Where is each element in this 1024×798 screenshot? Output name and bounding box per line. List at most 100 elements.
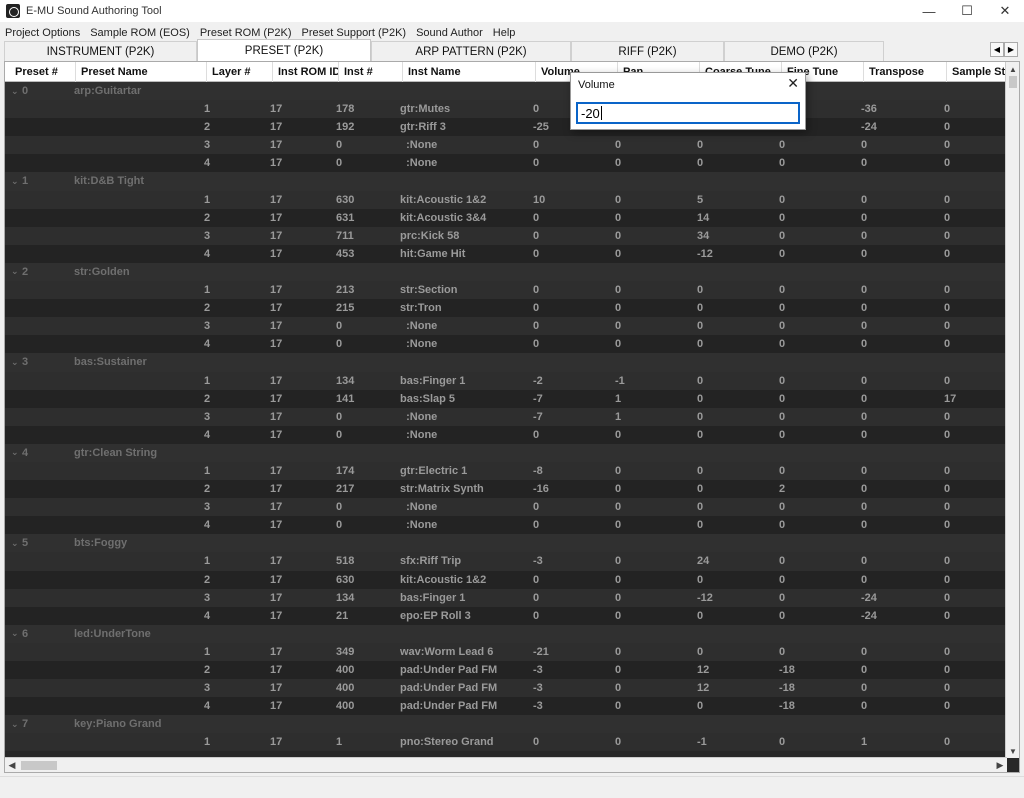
col-layer-num-cell[interactable]: 2 [204, 299, 210, 317]
col-pan-cell[interactable]: 0 [615, 227, 621, 245]
tab-riff[interactable]: RIFF (P2K) [571, 41, 724, 61]
col-volume-cell[interactable]: 0 [533, 299, 539, 317]
col-sample-start-cell[interactable]: 0 [944, 571, 950, 589]
col-layer-num-cell[interactable]: 1 [204, 462, 210, 480]
col-inst-num-cell[interactable]: 349 [336, 643, 354, 661]
col-volume-cell[interactable]: -3 [533, 679, 543, 697]
col-pan-cell[interactable]: 0 [615, 552, 621, 570]
col-inst-rom-id-cell[interactable]: 17 [270, 643, 282, 661]
col-volume-cell[interactable]: 0 [533, 516, 539, 534]
header-col-preset-num[interactable]: Preset # [10, 62, 76, 82]
col-inst-rom-id-cell[interactable]: 17 [270, 209, 282, 227]
preset-group-row[interactable]: ⌄ 1 kit:D&B Tight [5, 172, 1005, 191]
col-inst-name-cell[interactable]: kit:Acoustic 3&4 [400, 209, 486, 227]
col-fine-tune-cell[interactable]: 0 [779, 462, 785, 480]
col-volume-cell[interactable]: 0 [533, 733, 539, 751]
col-transpose-cell[interactable]: 0 [861, 372, 867, 390]
col-inst-rom-id-cell[interactable]: 17 [270, 661, 282, 679]
col-coarse-tune-cell[interactable]: 0 [697, 697, 703, 715]
col-fine-tune-cell[interactable]: 0 [779, 733, 785, 751]
col-inst-name-cell[interactable]: :None [400, 516, 437, 534]
preset-group-row[interactable]: ⌄ 2 str:Golden [5, 262, 1005, 282]
col-inst-rom-id-cell[interactable]: 17 [270, 390, 282, 408]
col-inst-num-cell[interactable]: 400 [336, 661, 354, 679]
col-volume-cell[interactable]: -8 [533, 462, 543, 480]
preset-group-row[interactable]: ⌄ 7 key:Piano Grand [5, 715, 1005, 734]
col-inst-name-cell[interactable]: :None [400, 136, 437, 154]
header-col-inst-rom-id[interactable]: Inst ROM ID [273, 62, 339, 82]
col-fine-tune-cell[interactable]: 0 [779, 607, 785, 625]
col-sample-start-cell[interactable]: 0 [944, 317, 950, 335]
col-volume-cell[interactable]: 0 [533, 245, 539, 263]
col-sample-start-cell[interactable]: 0 [944, 227, 950, 245]
col-inst-name-cell[interactable]: bas:Slap 5 [400, 390, 455, 408]
col-pan-cell[interactable]: 0 [615, 498, 621, 516]
col-inst-rom-id-cell[interactable]: 17 [270, 227, 282, 245]
col-inst-num-cell[interactable]: 192 [336, 118, 354, 136]
col-fine-tune-cell[interactable]: 0 [779, 335, 785, 353]
scroll-up-icon[interactable]: ▲ [1006, 62, 1019, 76]
col-layer-num-cell[interactable]: 4 [204, 154, 210, 172]
scroll-left-icon[interactable]: ◀ [5, 758, 19, 772]
col-pan-cell[interactable]: 0 [615, 209, 621, 227]
layer-row[interactable]: 3 17 400 pad:Under Pad FM -3 0 12 -18 0 0 [5, 679, 1005, 698]
col-coarse-tune-cell[interactable]: 0 [697, 317, 703, 335]
volume-input[interactable]: -20 [576, 102, 800, 124]
header-col-sample-start[interactable]: Sample Start [947, 62, 1007, 82]
layer-row[interactable]: 4 17 0 :None 0 0 0 0 0 0 [5, 154, 1005, 173]
col-coarse-tune-cell[interactable]: 14 [697, 209, 709, 227]
col-inst-name-cell[interactable]: gtr:Riff 3 [400, 118, 446, 136]
col-fine-tune-cell[interactable]: 0 [779, 154, 785, 172]
col-fine-tune-cell[interactable]: 0 [779, 516, 785, 534]
menu-sound-author[interactable]: Sound Author [411, 27, 488, 39]
col-inst-name-cell[interactable]: kit:Acoustic 1&2 [400, 191, 486, 209]
col-inst-name-cell[interactable]: str:Matrix Synth [400, 480, 484, 498]
col-inst-rom-id-cell[interactable]: 17 [270, 679, 282, 697]
col-fine-tune-cell[interactable]: 0 [779, 227, 785, 245]
layer-row[interactable]: 1 17 134 bas:Finger 1 -2 -1 0 0 0 0 [5, 371, 1005, 390]
col-inst-name-cell[interactable]: pad:Under Pad FM [400, 679, 497, 697]
col-coarse-tune-cell[interactable]: 12 [697, 679, 709, 697]
layer-row[interactable]: 2 17 630 kit:Acoustic 1&2 0 0 0 0 0 0 [5, 570, 1005, 589]
col-inst-num-cell[interactable]: 21 [336, 607, 348, 625]
col-pan-cell[interactable]: 1 [615, 390, 621, 408]
col-fine-tune-cell[interactable]: 0 [779, 281, 785, 299]
col-volume-cell[interactable]: 0 [533, 498, 539, 516]
menu-sample-rom[interactable]: Sample ROM (EOS) [85, 27, 195, 39]
col-pan-cell[interactable]: 0 [615, 462, 621, 480]
header-col-inst-name[interactable]: Inst Name [403, 62, 536, 82]
col-sample-start-cell[interactable]: 0 [944, 697, 950, 715]
col-inst-rom-id-cell[interactable]: 17 [270, 498, 282, 516]
col-transpose-cell[interactable]: 0 [861, 426, 867, 444]
col-layer-num-cell[interactable]: 2 [204, 480, 210, 498]
col-layer-num-cell[interactable]: 4 [204, 245, 210, 263]
col-inst-num-cell[interactable]: 0 [336, 426, 342, 444]
col-transpose-cell[interactable]: -24 [861, 118, 877, 136]
col-inst-num-cell[interactable]: 0 [336, 317, 342, 335]
col-volume-cell[interactable]: 0 [533, 227, 539, 245]
col-sample-start-cell[interactable]: 0 [944, 191, 950, 209]
col-transpose-cell[interactable]: 0 [861, 643, 867, 661]
col-inst-name-cell[interactable]: bas:Finger 1 [400, 372, 465, 390]
dialog-close-icon[interactable]: ✕ [787, 75, 799, 92]
col-inst-name-cell[interactable]: pno:Stereo Grand [400, 733, 494, 751]
col-fine-tune-cell[interactable]: 0 [779, 317, 785, 335]
header-col-transpose[interactable]: Transpose [864, 62, 947, 82]
chevron-down-icon[interactable]: ⌄ [11, 715, 19, 733]
col-volume-cell[interactable]: 0 [533, 281, 539, 299]
col-coarse-tune-cell[interactable]: 0 [697, 607, 703, 625]
chevron-down-icon[interactable]: ⌄ [11, 444, 19, 462]
tab-scroll-left-icon[interactable]: ◀ [990, 42, 1004, 57]
col-layer-num-cell[interactable]: 2 [204, 209, 210, 227]
tab-demo[interactable]: DEMO (P2K) [724, 41, 884, 61]
col-fine-tune-cell[interactable]: 0 [779, 245, 785, 263]
col-inst-num-cell[interactable]: 217 [336, 480, 354, 498]
col-inst-rom-id-cell[interactable]: 17 [270, 118, 282, 136]
col-layer-num-cell[interactable]: 2 [204, 571, 210, 589]
scroll-right-icon[interactable]: ▶ [993, 758, 1007, 772]
col-sample-start-cell[interactable]: 0 [944, 589, 950, 607]
layer-row[interactable]: 4 17 0 :None 0 0 0 0 0 0 [5, 425, 1005, 444]
col-pan-cell[interactable]: 0 [615, 516, 621, 534]
tab-arp-pattern[interactable]: ARP PATTERN (P2K) [371, 41, 571, 61]
col-coarse-tune-cell[interactable]: 0 [697, 480, 703, 498]
